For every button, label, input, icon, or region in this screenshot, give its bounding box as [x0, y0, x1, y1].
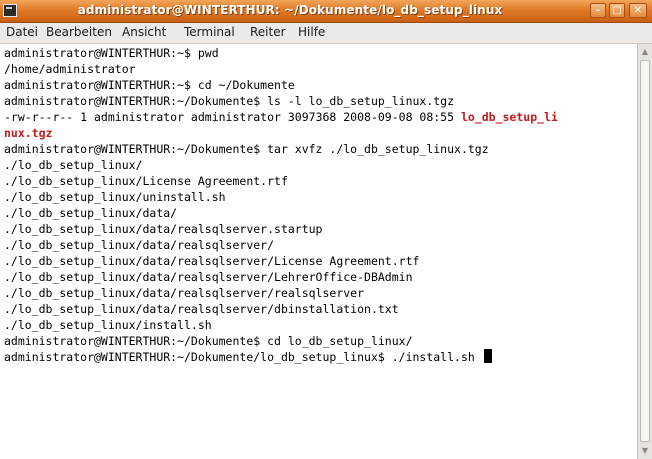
menu-reiter[interactable]: Reiter — [250, 25, 286, 39]
terminal-line: ./lo_db_setup_linux/install.sh — [4, 318, 212, 332]
terminal-line: administrator@WINTERTHUR:~/Dokumente$ ta… — [4, 142, 489, 156]
text-cursor — [483, 349, 492, 363]
terminal-line: ./lo_db_setup_linux/License Agreement.rt… — [4, 174, 288, 188]
menu-ansicht[interactable]: Ansicht — [122, 25, 166, 39]
terminal-line: -rw-r--r-- 1 administrator administrator… — [4, 110, 558, 124]
terminal-line: administrator@WINTERTHUR:~$ cd ~/Dokumen… — [4, 78, 295, 92]
window-title: administrator@WINTERTHUR: ~/Dokumente/lo… — [77, 3, 503, 17]
scroll-up-arrow-icon[interactable]: ▲ — [640, 47, 650, 57]
scrollbar-thumb[interactable] — [640, 60, 650, 442]
window-titlebar[interactable]: administrator@WINTERTHUR: ~/Dokumente/lo… — [0, 0, 652, 23]
menu-hilfe[interactable]: Hilfe — [298, 25, 325, 39]
terminal-line: /home/administrator — [4, 62, 136, 76]
terminal-app-icon[interactable] — [3, 4, 17, 17]
highlighted-filename: nux.tgz — [4, 126, 53, 140]
terminal-line: ./lo_db_setup_linux/data/realsqlserver/d… — [4, 302, 399, 316]
close-button[interactable]: ✕ — [629, 3, 647, 18]
terminal-line: ./lo_db_setup_linux/uninstall.sh — [4, 190, 226, 204]
terminal-line: administrator@WINTERTHUR:~/Dokumente$ ls… — [4, 94, 455, 108]
terminal-line: ./lo_db_setup_linux/data/ — [4, 206, 178, 220]
terminal-line: ./lo_db_setup_linux/data/realsqlserver.s… — [4, 222, 323, 236]
menu-bar: Datei Bearbeiten Ansicht Terminal Reiter… — [0, 23, 652, 44]
minimize-button[interactable]: – — [590, 3, 606, 18]
terminal-line: ./lo_db_setup_linux/data/realsqlserver/L… — [4, 270, 413, 284]
menu-bearbeiten[interactable]: Bearbeiten — [46, 25, 112, 39]
terminal-line: nux.tgz — [4, 125, 52, 141]
menu-terminal[interactable]: Terminal — [184, 25, 235, 39]
terminal-line: administrator@WINTERTHUR:~$ pwd — [4, 46, 219, 60]
terminal-output[interactable]: administrator@WINTERTHUR:~$ pwd /home/ad… — [0, 44, 637, 459]
highlighted-filename: lo_db_setup_li — [460, 110, 558, 124]
terminal-line: ./lo_db_setup_linux/data/realsqlserver/r… — [4, 286, 365, 300]
terminal-prompt-line: administrator@WINTERTHUR:~/Dokumente/lo_… — [4, 349, 492, 365]
scroll-down-arrow-icon[interactable]: ▼ — [640, 446, 650, 456]
vertical-scrollbar[interactable]: ▲ ▼ — [637, 44, 652, 459]
terminal-line: ./lo_db_setup_linux/data/realsqlserver/ — [4, 238, 275, 252]
terminal-line: ./lo_db_setup_linux/data/realsqlserver/L… — [4, 254, 420, 268]
maximize-button[interactable]: □ — [609, 3, 625, 18]
terminal-line: administrator@WINTERTHUR:~/Dokumente$ cd… — [4, 334, 413, 348]
terminal-line: ./lo_db_setup_linux/ — [4, 158, 143, 172]
menu-datei[interactable]: Datei — [6, 25, 38, 39]
